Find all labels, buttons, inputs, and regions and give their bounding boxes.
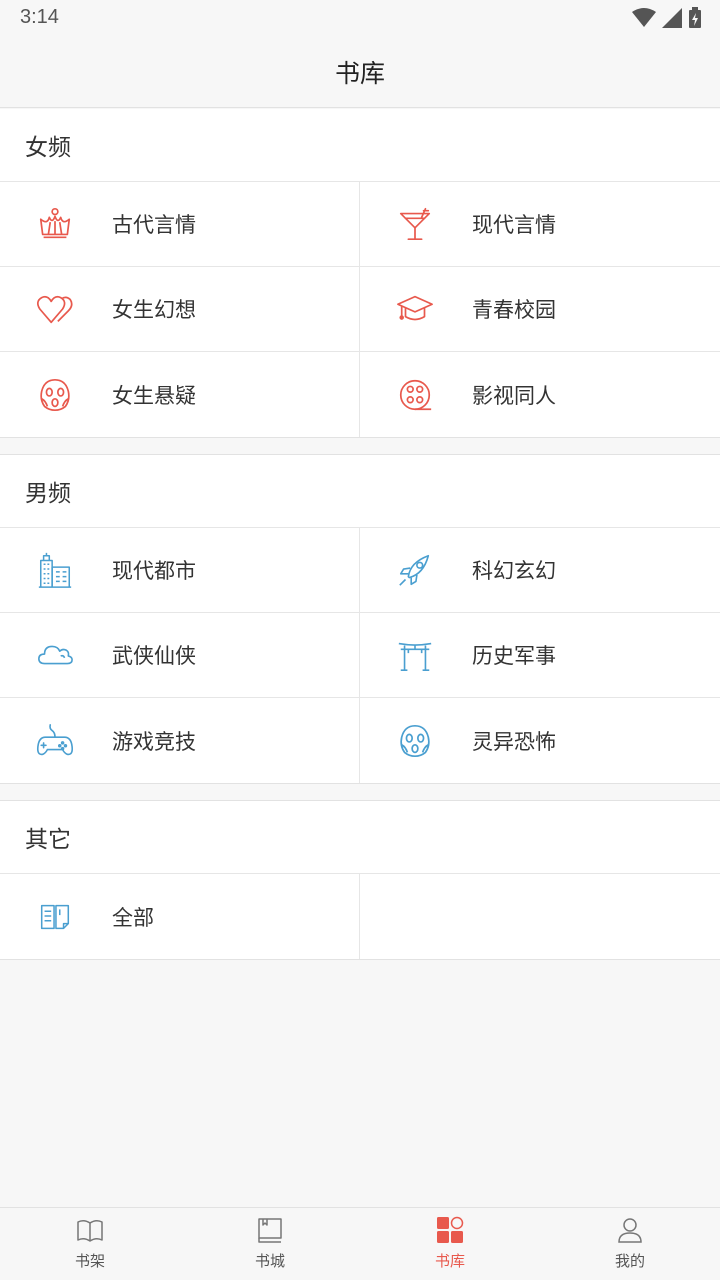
section-title: 男频 [0, 455, 720, 528]
gamepad-icon [36, 723, 74, 755]
category-youxi-jingji[interactable]: 游戏竞技 [0, 698, 360, 783]
scream-face-icon [40, 378, 70, 411]
title-bar: 书库 [0, 36, 720, 108]
crown-icon [39, 207, 71, 239]
category-qingchun-xiaoyuan[interactable]: 青春校园 [360, 267, 720, 352]
gate-icon [398, 642, 432, 672]
rocket-icon [399, 554, 430, 586]
film-reel-icon [399, 379, 432, 410]
tab-label: 书架 [74, 1252, 105, 1270]
category-all[interactable]: 全部 [0, 874, 360, 959]
category-kehuan-xuanhuan[interactable]: 科幻玄幻 [360, 528, 720, 613]
category-label: 灵异恐怖 [472, 729, 556, 754]
wifi-icon [632, 8, 656, 27]
category-label: 女生悬疑 [112, 383, 196, 408]
status-bar: 3:14 [0, 0, 720, 36]
cocktail-icon [399, 207, 431, 241]
bottom-tab-bar: 书架 书城 书库 我的 [0, 1207, 720, 1280]
tab-mine[interactable]: 我的 [540, 1208, 720, 1280]
tab-label: 书库 [434, 1252, 465, 1270]
category-label: 历史军事 [472, 644, 556, 668]
category-lishi-junshi[interactable]: 历史军事 [360, 613, 720, 698]
category-label: 影视同人 [472, 383, 556, 408]
hearts-icon [36, 295, 73, 324]
category-label: 武侠仙侠 [112, 644, 196, 668]
category-label: 古代言情 [112, 213, 196, 237]
user-icon [618, 1218, 642, 1243]
category-label: 青春校园 [472, 298, 556, 322]
tab-label: 书城 [254, 1252, 285, 1270]
category-lingyi-kongbu[interactable]: 灵异恐怖 [360, 698, 720, 783]
section-female: 女频 古代言情 现代言情 女生幻想 青春校园 女生悬疑 影视同人 [0, 109, 720, 438]
empty-cell [360, 874, 720, 959]
graduation-cap-icon [397, 295, 433, 321]
category-nvsheng-xuanyi[interactable]: 女生悬疑 [0, 352, 360, 437]
category-wuxia-xianxia[interactable]: 武侠仙侠 [0, 613, 360, 698]
category-xiandai-yanqing[interactable]: 现代言情 [360, 182, 720, 267]
tab-bookstore[interactable]: 书城 [180, 1208, 360, 1280]
tab-bookshelf[interactable]: 书架 [0, 1208, 180, 1280]
category-gudai-yanqing[interactable]: 古代言情 [0, 182, 360, 267]
buildings-icon [38, 552, 72, 588]
category-label: 全部 [112, 905, 154, 930]
section-title: 女频 [0, 109, 720, 182]
battery-icon [689, 7, 701, 28]
signal-icon [662, 8, 682, 28]
open-book-icon [77, 1219, 103, 1242]
library-grid-icon [437, 1216, 464, 1243]
category-label: 游戏竞技 [112, 729, 196, 754]
category-label: 女生幻想 [112, 298, 196, 322]
category-content: 女频 古代言情 现代言情 女生幻想 青春校园 女生悬疑 影视同人 男频 现代都市… [0, 109, 720, 960]
section-other: 其它 全部 [0, 800, 720, 960]
scream-face-icon [400, 724, 430, 757]
category-label: 现代言情 [472, 213, 556, 237]
bookstore-icon [258, 1218, 282, 1243]
category-grid: 全部 [0, 874, 720, 959]
category-xiandai-dushi[interactable]: 现代都市 [0, 528, 360, 613]
tab-label: 我的 [614, 1252, 645, 1270]
category-nvsheng-huanxiang[interactable]: 女生幻想 [0, 267, 360, 352]
page-title: 书库 [334, 58, 385, 88]
category-yingshi-tongren[interactable]: 影视同人 [360, 352, 720, 437]
book-list-icon [40, 904, 70, 929]
category-label: 现代都市 [112, 559, 196, 583]
section-male: 男频 现代都市 科幻玄幻 武侠仙侠 历史军事 游戏竞技 灵异恐怖 [0, 454, 720, 784]
category-label: 科幻玄幻 [472, 559, 556, 583]
category-grid: 古代言情 现代言情 女生幻想 青春校园 女生悬疑 影视同人 [0, 182, 720, 437]
status-time: 3:14 [20, 6, 59, 28]
category-grid: 现代都市 科幻玄幻 武侠仙侠 历史军事 游戏竞技 灵异恐怖 [0, 528, 720, 783]
system-icons [632, 6, 702, 30]
tab-library[interactable]: 书库 [360, 1208, 540, 1280]
cloud-icon [38, 645, 73, 665]
section-title: 其它 [0, 801, 720, 874]
